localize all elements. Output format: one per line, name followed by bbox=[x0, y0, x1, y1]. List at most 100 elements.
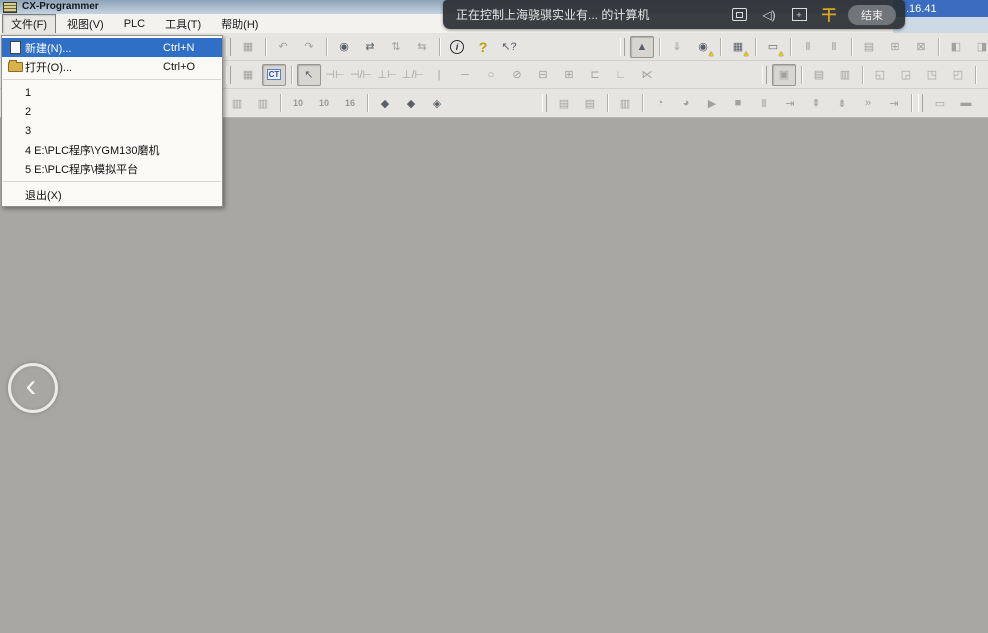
memory-cassette-3-icon[interactable]: ⊟ bbox=[980, 92, 988, 114]
set-value-1-icon[interactable]: ◆ bbox=[373, 92, 397, 114]
view-grid-icon[interactable]: ▦ bbox=[236, 64, 260, 86]
menu-item-recent-1[interactable]: 1 bbox=[2, 83, 222, 102]
menu-item-new[interactable]: 新建(N)...Ctrl+N bbox=[2, 38, 222, 57]
pause-monitor-icon[interactable]: Ⅱ bbox=[796, 36, 820, 58]
diff-2-icon[interactable]: ◲ bbox=[894, 64, 918, 86]
sim-monitor-icon[interactable]: ▥ bbox=[613, 92, 637, 114]
sim-step-in-icon[interactable]: ⇞ bbox=[804, 92, 828, 114]
menu-item-recent-2[interactable]: 2 bbox=[2, 102, 222, 121]
address-reference-icon[interactable]: ▤ bbox=[807, 64, 831, 86]
contact-or-nc-icon-glyph: ⊥/⊢ bbox=[402, 68, 424, 81]
menu-item-exit[interactable]: 退出(X) bbox=[2, 185, 222, 204]
speaker-icon[interactable]: ◁) bbox=[754, 0, 784, 29]
set-value-3-icon[interactable]: ◈ bbox=[425, 92, 449, 114]
download-icon-glyph: ⇓ bbox=[672, 40, 681, 53]
coil-icon[interactable]: ○ bbox=[479, 64, 503, 86]
menu-item-recent-3-label: 3 bbox=[25, 125, 163, 137]
diff-4-icon[interactable]: ◰ bbox=[946, 64, 970, 86]
memory-view-icon[interactable]: ▥ bbox=[833, 64, 857, 86]
toolbar-drag-handle[interactable] bbox=[620, 38, 625, 56]
download-icon[interactable]: ⇓ bbox=[665, 36, 689, 58]
sim-window-1-icon[interactable]: ▤ bbox=[552, 92, 576, 114]
comment-toggle-icon[interactable]: CT bbox=[262, 64, 286, 86]
decimal-monitor-icon[interactable]: 10 bbox=[286, 92, 310, 114]
menu-plc[interactable]: PLC bbox=[115, 16, 154, 32]
save-icon[interactable]: ▦ bbox=[236, 36, 260, 58]
sim-to-end-icon[interactable]: ⇥ bbox=[882, 92, 906, 114]
signed-decimal-monitor-icon[interactable]: 10 bbox=[312, 92, 336, 114]
fullscreen-icon[interactable] bbox=[724, 0, 754, 29]
online-monitor-icon[interactable]: ▭▲ bbox=[761, 36, 785, 58]
force-on-icon[interactable]: ◧ bbox=[944, 36, 968, 58]
vertical-line-icon[interactable]: | bbox=[427, 64, 451, 86]
back-button[interactable]: ‹ bbox=[8, 363, 58, 413]
menu-help[interactable]: 帮助(H) bbox=[212, 14, 267, 34]
toolbar-drag-handle[interactable] bbox=[918, 94, 923, 112]
work-online-simulator-icon[interactable]: ▲ bbox=[630, 36, 654, 58]
menu-item-open[interactable]: 打开(O)...Ctrl+O bbox=[2, 57, 222, 76]
menu-item-recent-5[interactable]: 5 E:\PLC程序\模拟平台 bbox=[2, 159, 222, 178]
sim-step-out-icon[interactable]: ⇟ bbox=[830, 92, 854, 114]
contact-nc-icon[interactable]: ⊣/⊢ bbox=[349, 64, 373, 86]
online-edit-begin-icon[interactable]: ⊞ bbox=[883, 36, 907, 58]
program-check-icon[interactable]: ▤ bbox=[857, 36, 881, 58]
instruction-nc-icon[interactable]: ⊞ bbox=[557, 64, 581, 86]
contact-or-nc-icon[interactable]: ⊥/⊢ bbox=[401, 64, 425, 86]
sim-window-2-icon[interactable]: ▤ bbox=[578, 92, 602, 114]
hierarchy-icon[interactable]: ≣ bbox=[981, 64, 988, 86]
contact-no-icon[interactable]: ⊣⊢ bbox=[323, 64, 347, 86]
line-connect-icon[interactable]: ∟ bbox=[609, 64, 633, 86]
force-off-icon[interactable]: ◨ bbox=[970, 36, 988, 58]
sim-pause-icon-glyph: Ⅱ bbox=[761, 97, 766, 110]
compare-with-plc-icon[interactable]: ◉▲ bbox=[691, 36, 715, 58]
select-tool-icon[interactable]: ↖ bbox=[297, 64, 321, 86]
online-edit-cancel-icon[interactable]: ⊠ bbox=[909, 36, 933, 58]
toolbar-drag-handle[interactable] bbox=[762, 66, 767, 84]
toolbar-drag-handle[interactable] bbox=[542, 94, 547, 112]
coil-nc-icon[interactable]: ⊘ bbox=[505, 64, 529, 86]
diff-3-icon[interactable]: ◳ bbox=[920, 64, 944, 86]
screenshot-icon[interactable]: + bbox=[784, 0, 814, 29]
undo-icon[interactable]: ↶ bbox=[271, 36, 295, 58]
toolbar-drag-handle[interactable] bbox=[226, 66, 231, 84]
contact-or-no-icon[interactable]: ⊥⊢ bbox=[375, 64, 399, 86]
instruction-icon[interactable]: ⊟ bbox=[531, 64, 555, 86]
sim-step-run-icon[interactable]: ⇥ bbox=[778, 92, 802, 114]
help-icon[interactable]: ? bbox=[471, 36, 495, 58]
diff-1-icon[interactable]: ◱ bbox=[868, 64, 892, 86]
toolbar-drag-handle[interactable] bbox=[226, 38, 231, 56]
sim-pause-icon[interactable]: Ⅱ bbox=[752, 92, 776, 114]
redo-icon[interactable]: ↷ bbox=[297, 36, 321, 58]
menu-item-recent-4[interactable]: 4 E:\PLC程序\YGM130磨机 bbox=[2, 140, 222, 159]
menu-item-recent-3[interactable]: 3 bbox=[2, 121, 222, 140]
find-replace-icon[interactable]: ⇄ bbox=[358, 36, 382, 58]
sim-play-icon[interactable]: ▶ bbox=[700, 92, 724, 114]
toolbar-separator bbox=[790, 38, 791, 56]
menu-view[interactable]: 视图(V) bbox=[58, 14, 113, 34]
memory-cassette-2-icon[interactable]: ▬ bbox=[954, 92, 978, 114]
horizontal-line-icon[interactable]: ─ bbox=[453, 64, 477, 86]
context-help-icon[interactable]: ↖? bbox=[497, 36, 521, 58]
sim-continuous-run-icon[interactable]: ◕ bbox=[674, 92, 698, 114]
brand-icon[interactable]: 干 bbox=[814, 0, 844, 29]
memory-cassette-1-icon[interactable]: ▭ bbox=[928, 92, 952, 114]
transfer-to-plc-icon[interactable]: ▦▲ bbox=[726, 36, 750, 58]
fb-call-icon[interactable]: ⊏ bbox=[583, 64, 607, 86]
info-icon[interactable]: i bbox=[445, 36, 469, 58]
find-icon[interactable]: ◉ bbox=[332, 36, 356, 58]
sim-stop-icon[interactable]: ■ bbox=[726, 92, 750, 114]
menu-tools[interactable]: 工具(T) bbox=[156, 14, 210, 34]
sim-fast-forward-icon[interactable]: » bbox=[856, 92, 880, 114]
io-comment-icon[interactable]: ▥ bbox=[225, 92, 249, 114]
menu-file[interactable]: 文件(F) bbox=[2, 14, 56, 34]
watch-window-icon[interactable]: ▣ bbox=[772, 64, 796, 86]
rung-comment-icon[interactable]: ▥ bbox=[251, 92, 275, 114]
end-control-button[interactable]: 结束 bbox=[848, 5, 896, 25]
set-value-2-icon[interactable]: ◆ bbox=[399, 92, 423, 114]
sim-scan-run-icon[interactable]: ◔ bbox=[648, 92, 672, 114]
pause-icon[interactable]: Ⅱ bbox=[822, 36, 846, 58]
replace-icon[interactable]: ⇆ bbox=[410, 36, 434, 58]
hex-monitor-icon[interactable]: 16 bbox=[338, 92, 362, 114]
search-results-icon[interactable]: ⇅ bbox=[384, 36, 408, 58]
line-delete-icon[interactable]: ⋉ bbox=[635, 64, 659, 86]
